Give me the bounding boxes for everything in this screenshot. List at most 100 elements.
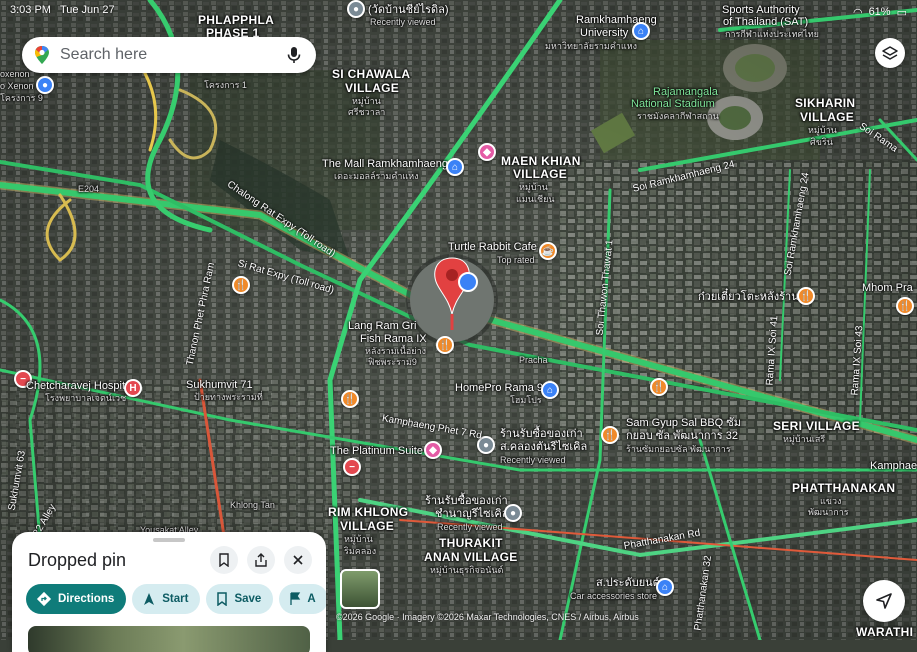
label-si-chawala-th2: ศรีชวาลา [348, 107, 386, 117]
poi-bbq-icon[interactable]: 🍴 [601, 426, 619, 444]
label-fish-rama-th: หลังรามเนื้อย่าง [365, 346, 427, 356]
label-recently-viewed-1: Recently viewed [370, 17, 436, 27]
label-car-acc-2: Car accessories store [570, 591, 658, 601]
sheet-drag-handle[interactable] [153, 538, 185, 542]
label-maen-khian: MAEN KHIAN [501, 154, 581, 168]
label-kuay-tiew: ก๋วยเตี๋ยวโตะหลังร้าน [698, 291, 799, 303]
label-warathi: WARATHI [856, 625, 914, 639]
my-location-button[interactable] [863, 580, 905, 622]
label-thurakit-2: ANAN VILLAGE [424, 550, 518, 564]
label-watbanchia: (วัดบ้านชีย์ไรดิล) [368, 4, 449, 16]
label-thurakit-th: หมู่บ้านธุรกิจอนันต์ [430, 565, 504, 575]
directions-icon [36, 591, 52, 607]
google-maps-pin-icon [35, 46, 49, 64]
label-rim-khlong-th: หมู่บ้าน [344, 534, 373, 544]
label-khlong-tan: Khlong Tan [230, 500, 275, 510]
label-homepro-th: โฮมโปร [510, 395, 542, 405]
label-sam-gyup-2: กยอบ ซัล พัฒนาการ 32 [626, 430, 738, 442]
mic-icon[interactable] [284, 45, 304, 65]
poi-orange-3-icon[interactable]: 🍴 [650, 378, 668, 396]
label-fish-rama-th2: ฟิชพระราม9 [368, 357, 417, 367]
search-input[interactable]: Search here [60, 46, 284, 64]
map-attribution: ©2026 Google · Imagery ©2026 Maxar Techn… [336, 612, 639, 622]
label-pracha: Pracha [519, 355, 548, 365]
place-bottom-sheet[interactable]: Dropped pin Directions Start Save A [12, 532, 326, 652]
poi-watbanchia-icon[interactable]: ● [347, 0, 365, 18]
label-button[interactable]: A [279, 584, 326, 614]
label-si-chawala-2: VILLAGE [345, 81, 400, 95]
poi-university-icon[interactable]: ⌂ [632, 22, 650, 40]
label-sports-authority-2: of Thailand (SAT) [723, 16, 809, 28]
status-time: 3:03 PM [10, 4, 51, 16]
save-label: Save [234, 593, 262, 605]
poi-no-entry-icon[interactable]: − [343, 458, 361, 476]
label-ramkhamhaeng-2: University [580, 27, 629, 39]
label-recently-viewed-3: Recently viewed [437, 522, 503, 532]
navigation-arrow-icon [144, 593, 155, 605]
label-xenon: oxenon [0, 69, 30, 79]
place-photos[interactable] [28, 626, 310, 652]
poi-restaurant-icon[interactable]: 🍴 [797, 287, 815, 305]
poi-cafe-icon[interactable]: ☕ [539, 242, 557, 260]
close-icon [293, 555, 303, 565]
save-button[interactable]: Save [206, 584, 274, 614]
battery-level: 61% [868, 6, 891, 18]
label-car-acc: ส.ประดับยนต์ [596, 577, 660, 589]
label-sam-gyup-3: ร้านซัมกยอบซัล พัฒนาการ [626, 444, 731, 454]
poi-homepro-icon[interactable]: ⌂ [541, 381, 559, 399]
label-maen-khian-2: VILLAGE [513, 167, 568, 181]
poi-platinum-icon[interactable]: ◆ [424, 441, 442, 459]
label-sukhumvit71: Sukhumvit 71 [186, 379, 253, 391]
hospital-icon[interactable]: H [124, 379, 142, 397]
label-maen-khian-th2: แมนเชียน [516, 194, 555, 204]
label-si-chawala-th: หมู่บ้าน [352, 96, 381, 106]
battery-icon: ▭ [896, 6, 907, 19]
label-homepro: HomePro Rama 9 [455, 382, 544, 394]
poi-mhom-pra-icon[interactable]: 🍴 [896, 297, 914, 315]
poi-orange-2-icon[interactable]: 🍴 [436, 336, 454, 354]
wifi-icon: ◠ [852, 6, 863, 19]
layers-button[interactable] [875, 38, 905, 68]
label-rajamangala: Rajamangala [653, 86, 718, 98]
label-rajamangala-2: National Stadium [631, 98, 715, 110]
poi-orange-1-icon[interactable]: 🍴 [232, 276, 250, 294]
navigation-arrow-icon [876, 593, 892, 609]
street-view-thumbnail[interactable] [340, 569, 380, 609]
label-rann-1b: ส.คลองตันรีไซเคิล [500, 441, 588, 453]
label-kamphae: Kamphae [870, 460, 917, 472]
search-bar[interactable]: Search here [22, 37, 316, 73]
bookmark-button[interactable] [210, 546, 238, 574]
label-seri-village: SERI VILLAGE [773, 419, 860, 433]
poi-xenon-icon[interactable]: ● [36, 76, 54, 94]
label-rim-khlong-th2: ริมคลอง [344, 546, 377, 556]
directions-button[interactable]: Directions [26, 584, 127, 614]
poi-the-mall-icon[interactable]: ⌂ [446, 158, 464, 176]
poi-recycle-2-icon[interactable]: ● [504, 504, 522, 522]
close-button[interactable] [284, 546, 312, 574]
label-sports-authority: Sports Authority [722, 4, 800, 16]
poi-car-acc-icon[interactable]: ⌂ [656, 578, 674, 596]
label-kheng: โครงการ 1 [204, 80, 247, 90]
label-rim-khlong: RIM KHLONG [328, 505, 409, 519]
label-sikharin: SIKHARIN [795, 96, 856, 110]
label-sikharin-2: VILLAGE [800, 110, 855, 124]
label-turtle-rabbit: Turtle Rabbit Cafe [448, 241, 537, 253]
share-button[interactable] [247, 546, 275, 574]
start-button[interactable]: Start [132, 584, 201, 614]
start-label: Start [162, 593, 189, 605]
label-sikharin-th: หมู่บ้าน [808, 125, 837, 135]
label-rajamangala-th: ราชมังคลากีฬาสถาน [637, 111, 719, 121]
label-phlapphla: PHLAPPHLA [198, 13, 275, 27]
label-rim-khlong-2: VILLAGE [340, 519, 395, 533]
label-seri-village-th: หมู่บ้านเสรี [783, 434, 826, 444]
action-chips: Directions Start Save A [26, 584, 326, 614]
label-mhom-pra: Mhom Pra [862, 282, 913, 294]
label-phatthanakan-3: พัฒนาการ [808, 507, 849, 517]
poi-pink-icon[interactable]: ◆ [478, 143, 496, 161]
poi-orange-4-icon[interactable]: 🍴 [341, 390, 359, 408]
label-platinum: The Platinum Suite [330, 445, 423, 457]
label-e204: E204 [78, 184, 100, 194]
layers-icon [882, 46, 898, 60]
label-maen-khian-th: หมู่บ้าน [519, 182, 548, 192]
label-lang-ram: Lang Ram Gri [348, 320, 417, 332]
